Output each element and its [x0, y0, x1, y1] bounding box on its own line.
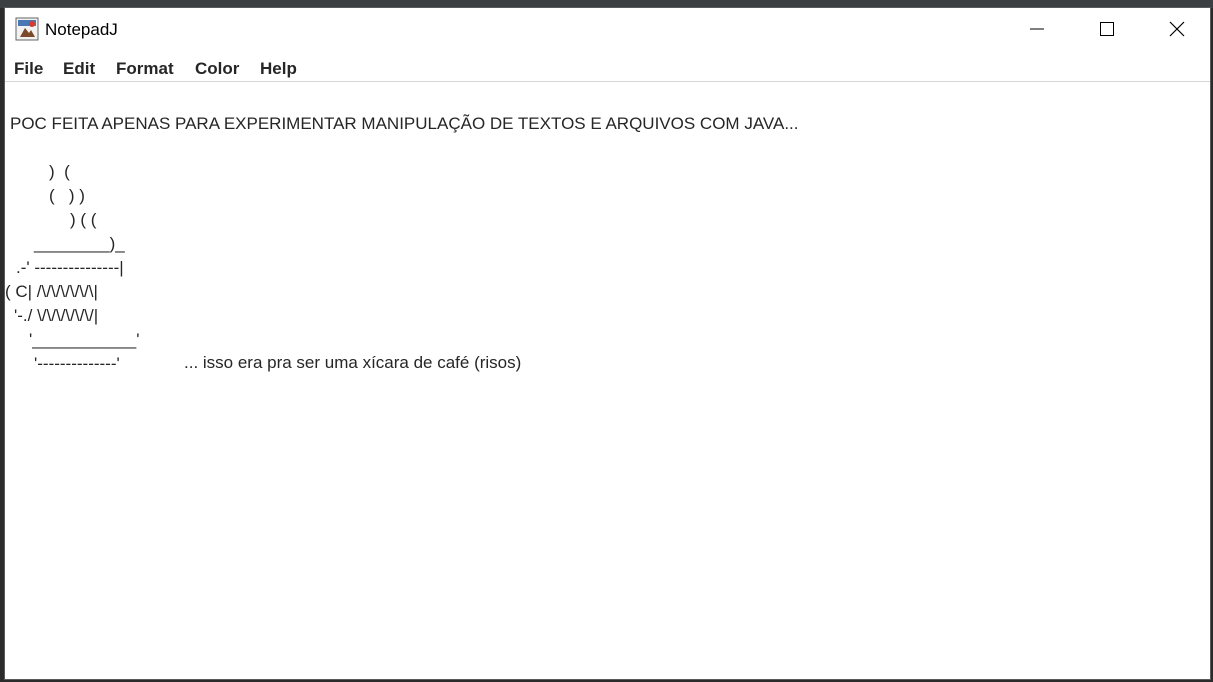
- window-title: NotepadJ: [45, 20, 118, 39]
- menu-format[interactable]: Format: [116, 59, 174, 79]
- menu-bar: File Edit Format Color Help: [5, 50, 1210, 82]
- title-bar[interactable]: NotepadJ: [5, 8, 1210, 50]
- ascii-art-line: ( C| /\/\/\/\/\/\|: [5, 282, 98, 301]
- ascii-art-line: ) (: [49, 162, 70, 181]
- document-caption: ... isso era pra ser uma xícara de café …: [184, 353, 522, 372]
- menu-edit[interactable]: Edit: [63, 59, 95, 79]
- maximize-icon: [1100, 22, 1114, 36]
- ascii-art-line: ________)_: [34, 234, 125, 253]
- ascii-art-line: '___________': [29, 330, 140, 349]
- app-icon: [15, 17, 39, 41]
- ascii-art-line: ) ( (: [70, 210, 97, 229]
- notepad-window: NotepadJ File Edit Format Color Help POC…: [4, 7, 1211, 680]
- ascii-art-line: '-./ \/\/\/\/\/\/|: [14, 306, 99, 325]
- close-icon: [1169, 21, 1185, 37]
- ascii-art-line: .-' ---------------|: [16, 258, 124, 277]
- minimize-icon: [1030, 28, 1044, 30]
- maximize-button[interactable]: [1072, 8, 1142, 50]
- ascii-art-line: ( ) ): [49, 186, 85, 205]
- menu-help[interactable]: Help: [260, 59, 297, 79]
- menu-file[interactable]: File: [14, 59, 43, 79]
- document-headline: POC FEITA APENAS PARA EXPERIMENTAR MANIP…: [10, 114, 799, 133]
- ascii-art-line: '--------------': [34, 354, 120, 373]
- minimize-button[interactable]: [1002, 8, 1072, 50]
- menu-color[interactable]: Color: [195, 59, 239, 79]
- close-button[interactable]: [1142, 8, 1212, 50]
- text-editor-area[interactable]: POC FEITA APENAS PARA EXPERIMENTAR MANIP…: [5, 83, 1210, 679]
